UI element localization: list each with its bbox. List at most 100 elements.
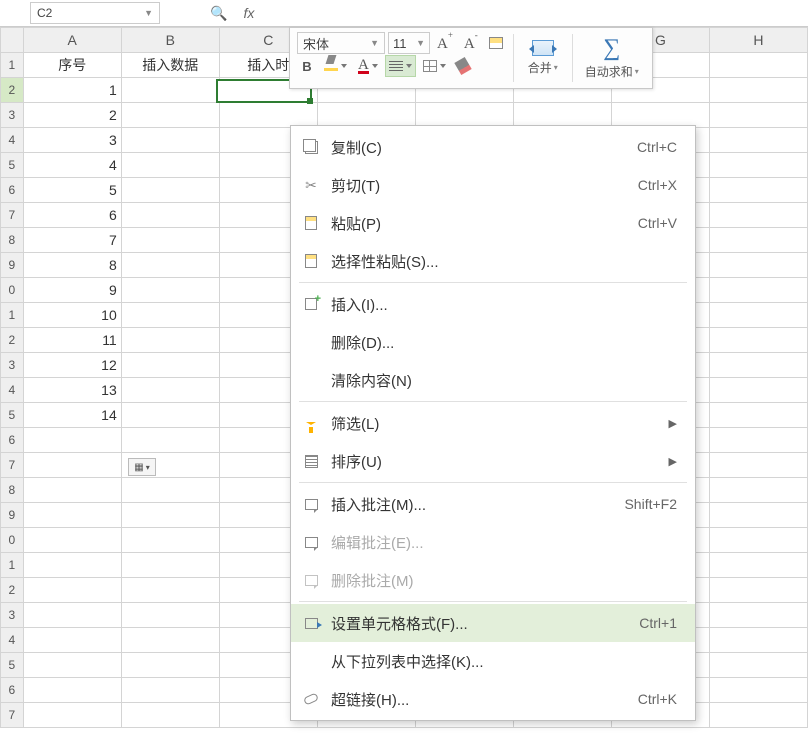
cell[interactable]: 10 xyxy=(23,303,121,328)
cell[interactable]: 5 xyxy=(23,178,121,203)
cell[interactable]: 2 xyxy=(23,103,121,128)
cell[interactable] xyxy=(121,503,219,528)
cell[interactable] xyxy=(709,303,807,328)
cell[interactable] xyxy=(23,578,121,603)
cell[interactable] xyxy=(23,703,121,728)
cell[interactable] xyxy=(709,703,807,728)
cell[interactable] xyxy=(709,428,807,453)
row-header[interactable]: 2 xyxy=(1,78,24,103)
cell[interactable] xyxy=(709,528,807,553)
cell[interactable] xyxy=(23,628,121,653)
cell[interactable] xyxy=(121,78,219,103)
row-header[interactable]: 4 xyxy=(1,128,24,153)
cell[interactable]: 9 xyxy=(23,278,121,303)
cell[interactable] xyxy=(709,178,807,203)
menu-item-pick-from-list[interactable]: 从下拉列表中选择(K)... xyxy=(291,642,695,680)
row-header[interactable]: 5 xyxy=(1,403,24,428)
cell[interactable] xyxy=(709,78,807,103)
column-header[interactable]: H xyxy=(709,28,807,53)
font-size-select[interactable]: 11 ▼ xyxy=(388,32,430,54)
font-name-select[interactable]: 宋体 ▼ xyxy=(297,32,385,54)
cell[interactable] xyxy=(121,278,219,303)
cell[interactable] xyxy=(121,603,219,628)
menu-item-paste-special[interactable]: 选择性粘贴(S)... xyxy=(291,242,695,280)
cell[interactable] xyxy=(23,653,121,678)
cell[interactable]: 3 xyxy=(23,128,121,153)
autosum-button[interactable]: ∑ 自动求和▾ xyxy=(576,30,648,86)
cell[interactable] xyxy=(317,103,415,128)
bold-button[interactable]: B xyxy=(297,55,317,77)
menu-item-delete[interactable]: 删除(D)... xyxy=(291,323,695,361)
column-header[interactable]: A xyxy=(23,28,121,53)
cell[interactable]: 4 xyxy=(23,153,121,178)
cell[interactable] xyxy=(709,153,807,178)
cell[interactable] xyxy=(121,553,219,578)
cell[interactable] xyxy=(23,603,121,628)
menu-item-format-cells[interactable]: 设置单元格格式(F)...Ctrl+1 xyxy=(291,604,695,642)
cell[interactable] xyxy=(513,103,611,128)
align-button[interactable] xyxy=(385,55,416,77)
cell[interactable] xyxy=(709,578,807,603)
cell[interactable] xyxy=(121,428,219,453)
grow-font-button[interactable]: A+ xyxy=(433,32,457,54)
row-header[interactable]: 6 xyxy=(1,678,24,703)
menu-item-hyperlink[interactable]: 超链接(H)...Ctrl+K xyxy=(291,680,695,718)
row-header[interactable]: 4 xyxy=(1,628,24,653)
cell[interactable]: 插入数据 xyxy=(121,53,219,78)
fill-color-button[interactable] xyxy=(320,55,351,77)
cell[interactable] xyxy=(219,103,317,128)
cell[interactable] xyxy=(709,53,807,78)
menu-item-insert[interactable]: 插入(I)... xyxy=(291,285,695,323)
menu-item-copy[interactable]: 复制(C)Ctrl+C xyxy=(291,128,695,166)
autofill-options[interactable]: ▦▾ xyxy=(128,458,156,476)
cell[interactable] xyxy=(23,503,121,528)
cell[interactable] xyxy=(23,453,121,478)
row-header[interactable]: 0 xyxy=(1,278,24,303)
merge-button[interactable]: 合并▾ xyxy=(517,30,569,86)
cell[interactable] xyxy=(709,553,807,578)
row-header[interactable]: 1 xyxy=(1,303,24,328)
cell[interactable] xyxy=(121,203,219,228)
row-header[interactable]: 1 xyxy=(1,553,24,578)
row-header[interactable]: 7 xyxy=(1,203,24,228)
row-header[interactable]: 0 xyxy=(1,528,24,553)
cell[interactable] xyxy=(121,403,219,428)
cell[interactable] xyxy=(121,703,219,728)
cell[interactable] xyxy=(121,103,219,128)
cell[interactable] xyxy=(121,578,219,603)
cell[interactable] xyxy=(121,128,219,153)
menu-item-filter[interactable]: 筛选(L)▶ xyxy=(291,404,695,442)
row-header[interactable]: 8 xyxy=(1,478,24,503)
menu-item-paste[interactable]: 粘贴(P)Ctrl+V xyxy=(291,204,695,242)
cell[interactable] xyxy=(121,153,219,178)
row-header[interactable]: 3 xyxy=(1,103,24,128)
cell[interactable]: 14 xyxy=(23,403,121,428)
cell[interactable] xyxy=(121,378,219,403)
column-header[interactable]: B xyxy=(121,28,219,53)
cell[interactable] xyxy=(121,653,219,678)
cell[interactable] xyxy=(709,228,807,253)
cell[interactable]: 12 xyxy=(23,353,121,378)
cell[interactable] xyxy=(121,478,219,503)
cell[interactable]: 8 xyxy=(23,253,121,278)
row-header[interactable]: 4 xyxy=(1,378,24,403)
cell[interactable] xyxy=(121,528,219,553)
borders-button[interactable] xyxy=(419,55,450,77)
cell[interactable] xyxy=(121,678,219,703)
cell[interactable] xyxy=(23,678,121,703)
cell[interactable] xyxy=(709,128,807,153)
cell[interactable] xyxy=(709,628,807,653)
cell[interactable] xyxy=(709,453,807,478)
cell[interactable] xyxy=(709,653,807,678)
chevron-down-icon[interactable]: ▼ xyxy=(144,8,153,18)
cell[interactable]: 1 xyxy=(23,78,121,103)
row-header[interactable]: 7 xyxy=(1,703,24,728)
select-all-corner[interactable] xyxy=(1,28,24,53)
row-header[interactable]: 2 xyxy=(1,578,24,603)
row-header[interactable]: 5 xyxy=(1,653,24,678)
cell[interactable] xyxy=(709,603,807,628)
row-header[interactable]: 9 xyxy=(1,253,24,278)
row-header[interactable]: 3 xyxy=(1,603,24,628)
cell[interactable] xyxy=(121,253,219,278)
cell[interactable] xyxy=(121,628,219,653)
